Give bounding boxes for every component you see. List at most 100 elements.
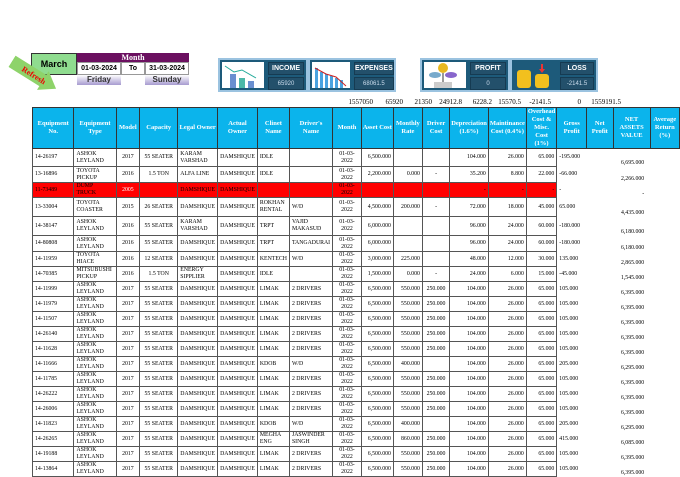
cell-model[interactable]: 2017 <box>115 281 141 297</box>
cell-equipment-type[interactable]: ASHOK LEYLAND <box>73 296 117 312</box>
cell-net-profit[interactable] <box>587 198 613 217</box>
cell-month[interactable]: 01-03-2022 <box>332 166 362 183</box>
cell-actual-owner[interactable]: DAMSHIQUE <box>217 371 258 387</box>
cell-driver-cost[interactable]: 250.000 <box>421 401 451 417</box>
cell-average-return[interactable] <box>650 297 679 312</box>
cell-asset-cost[interactable]: 6,500.000 <box>360 416 394 432</box>
cell-monthly-rate[interactable]: 550.000 <box>392 296 423 312</box>
cell-model[interactable]: 2005 <box>115 182 141 198</box>
cell-maintenance-cost[interactable]: 24.000 <box>487 216 527 236</box>
cell-asset-cost[interactable] <box>360 182 394 198</box>
cell-capacity[interactable]: 55 SEATER <box>139 371 179 387</box>
cell-maintenance-cost[interactable]: 26.000 <box>487 148 527 167</box>
cell-model[interactable]: 2017 <box>115 371 141 387</box>
cell-legal-owner[interactable]: KARAM VARSHAD <box>177 148 219 167</box>
cell-equipment-type[interactable]: ASHOK LEYLAND <box>73 216 117 236</box>
cell-actual-owner[interactable]: DAMSHIQUE <box>217 182 258 198</box>
cell-gross-profit[interactable]: 105.000 <box>557 462 587 477</box>
cell-capacity[interactable]: 12 SEATER <box>139 251 179 267</box>
cell-depreciation[interactable]: 104.000 <box>449 356 489 372</box>
cell-actual-owner[interactable]: DAMSHIQUE <box>217 431 258 447</box>
header-driver-name[interactable]: Driver's Name <box>288 107 334 149</box>
cell-gross-profit[interactable]: 105.000 <box>557 372 587 387</box>
cell-asset-cost[interactable]: 6,500.000 <box>360 356 394 372</box>
cell-maintenance-cost[interactable]: 26.000 <box>487 401 527 417</box>
cell-monthly-rate[interactable] <box>392 148 423 167</box>
header-asset-cost[interactable]: Asset Cost <box>360 107 394 149</box>
cell-depreciation[interactable]: 104.000 <box>449 326 489 342</box>
cell-client-name[interactable]: LIMAK <box>256 296 290 312</box>
cell-gross-profit[interactable]: 105.000 <box>557 342 587 357</box>
cell-driver-cost[interactable]: 250.000 <box>421 341 451 357</box>
cell-overhead-cost[interactable]: 15.000 <box>525 266 558 282</box>
from-date[interactable]: 01-03-2024 <box>77 62 121 75</box>
cell-actual-owner[interactable]: DAMSHIQUE <box>217 416 258 432</box>
table-row[interactable]: 14-26197 ASHOK LEYLAND 2017 55 SEATER KARAM … <box>31 148 680 167</box>
cell-equipment-type[interactable]: MITSUBUSHI PICKUP <box>73 266 117 282</box>
cell-depreciation[interactable]: 48.000 <box>449 251 489 267</box>
cell-legal-owner[interactable]: DAMSHIQUE <box>177 251 219 267</box>
cell-overhead-cost[interactable]: 65.000 <box>525 431 558 447</box>
cell-net-profit[interactable] <box>587 217 613 236</box>
cell-month[interactable]: 01-03-2022 <box>332 266 362 282</box>
table-row[interactable]: 14-11979 ASHOK LEYLAND 2017 55 SEATER DAMSHI… <box>31 296 680 312</box>
cell-model[interactable]: 2017 <box>115 461 141 477</box>
cell-average-return[interactable] <box>650 182 680 198</box>
cell-month[interactable]: 01-03-2022 <box>332 356 362 372</box>
cell-gross-profit[interactable]: -45.000 <box>557 267 587 282</box>
cell-asset-cost[interactable]: 6,000.000 <box>360 216 394 236</box>
cell-driver-name[interactable]: 2 DRIVERS <box>288 386 334 402</box>
cell-equipment-no[interactable]: 14-11785 <box>31 371 75 387</box>
cell-legal-owner[interactable]: KARAM VARSHAD <box>177 216 219 236</box>
cell-depreciation[interactable]: 104.000 <box>449 416 489 432</box>
cell-equipment-type[interactable]: DUMP TRUCK <box>73 182 117 198</box>
cell-overhead-cost[interactable]: 65.000 <box>525 281 558 297</box>
cell-overhead-cost[interactable]: 65.000 <box>525 356 558 372</box>
cell-equipment-no[interactable]: 14-11628 <box>31 341 75 357</box>
cell-capacity[interactable]: 55 SEATER <box>139 446 179 462</box>
header-monthly-rate[interactable]: Monthly Rate <box>392 107 423 149</box>
cell-maintenance-cost[interactable]: 26.000 <box>487 416 527 432</box>
cell-client-name[interactable]: LIMAK <box>256 386 290 402</box>
cell-gross-profit[interactable]: 105.000 <box>557 297 587 312</box>
cell-monthly-rate[interactable]: 0.000 <box>392 266 423 282</box>
cell-net-assets-value[interactable]: 6,395.000 <box>613 372 650 387</box>
cell-depreciation[interactable]: 104.000 <box>449 341 489 357</box>
header-gross-profit[interactable]: Gross Profit <box>556 107 588 149</box>
cell-actual-owner[interactable]: DAMSHIQUE <box>217 386 258 402</box>
cell-depreciation[interactable]: 104.000 <box>449 296 489 312</box>
cell-client-name[interactable]: LIMAK <box>256 341 290 357</box>
cell-asset-cost[interactable]: 6,500.000 <box>360 148 394 167</box>
cell-actual-owner[interactable]: DAMSHIQUE <box>217 311 258 327</box>
table-row[interactable]: 14-80808 ASHOK LEYLAND 2016 55 SEATER DAMSHI… <box>31 235 680 252</box>
cell-overhead-cost[interactable]: 65.000 <box>525 446 558 462</box>
cell-client-name[interactable]: KENTECH <box>256 251 290 267</box>
cell-asset-cost[interactable]: 6,500.000 <box>360 461 394 477</box>
cell-equipment-type[interactable]: ASHOK LEYLAND <box>73 401 117 417</box>
header-legal-owner[interactable]: Legal Owner <box>177 107 219 149</box>
cell-legal-owner[interactable]: DAMSHIQUE <box>177 235 219 252</box>
cell-equipment-no[interactable]: 14-13864 <box>31 461 75 477</box>
cell-gross-profit[interactable]: -195.000 <box>557 149 587 167</box>
cell-net-assets-value[interactable]: 2,266.000 <box>613 167 650 183</box>
cell-net-assets-value[interactable]: 6,395.000 <box>613 282 650 297</box>
cell-gross-profit[interactable]: 105.000 <box>557 327 587 342</box>
cell-actual-owner[interactable]: DAMSHIQUE <box>217 251 258 267</box>
cell-equipment-type[interactable]: ASHOK LEYLAND <box>73 416 117 432</box>
cell-actual-owner[interactable]: DAMSHIQUE <box>217 461 258 477</box>
header-maintenance-cost[interactable]: Maintinance Cost (0.4%) <box>487 107 527 149</box>
cell-overhead-cost[interactable]: 22.000 <box>525 166 558 183</box>
cell-gross-profit[interactable]: -66.000 <box>557 167 587 183</box>
cell-model[interactable]: 2016 <box>115 235 141 252</box>
cell-actual-owner[interactable]: DAMSHIQUE <box>217 326 258 342</box>
cell-overhead-cost[interactable]: 60.000 <box>525 235 558 252</box>
cell-monthly-rate[interactable]: 550.000 <box>392 446 423 462</box>
cell-capacity[interactable]: 55 SEATER <box>139 216 179 236</box>
cell-depreciation[interactable]: 104.000 <box>449 311 489 327</box>
cell-month[interactable]: 01-03-2022 <box>332 341 362 357</box>
cell-driver-name[interactable]: 2 DRIVERS <box>288 461 334 477</box>
table-row[interactable]: 11-73489 DUMP TRUCK 2005 DAMSHIQUE DAMSHIQUE… <box>31 182 680 198</box>
cell-monthly-rate[interactable]: 225.000 <box>392 251 423 267</box>
cell-capacity[interactable]: 55 SEATER <box>139 386 179 402</box>
cell-monthly-rate[interactable]: 550.000 <box>392 326 423 342</box>
